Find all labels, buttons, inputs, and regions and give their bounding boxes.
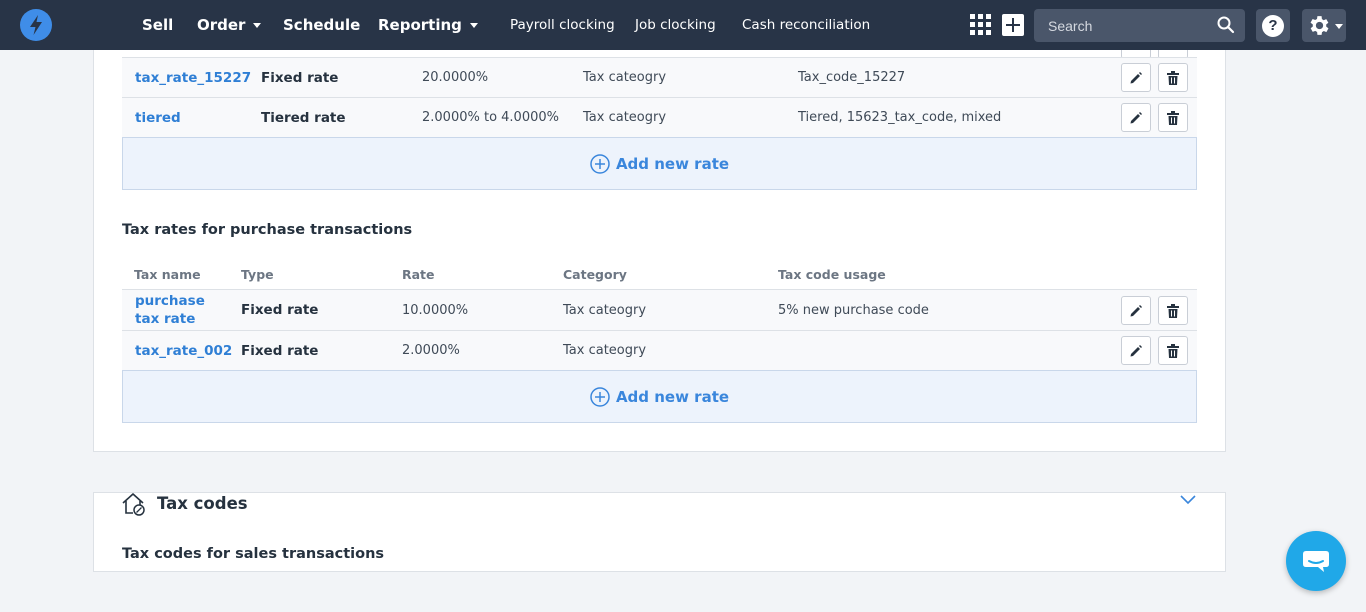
- column-header-rate: Rate: [402, 267, 435, 282]
- help-button[interactable]: ?: [1256, 9, 1290, 42]
- plus-circle-icon: [590, 153, 610, 174]
- tax-name-link[interactable]: tax_rate_002: [135, 331, 232, 370]
- edit-button[interactable]: [1121, 63, 1151, 92]
- caret-down-icon: [1335, 24, 1343, 29]
- nav-schedule-label: Schedule: [283, 16, 361, 34]
- tax-code-usage: Tiered, 15623_tax_code, mixed: [798, 110, 1002, 125]
- tax-name-link[interactable]: tax_rate_15227: [135, 58, 251, 97]
- apps-grid-icon[interactable]: [970, 14, 991, 35]
- table-row: tax_rate_15227 Fixed rate 20.0000% Tax c…: [122, 57, 1197, 97]
- chevron-down-icon[interactable]: [1179, 494, 1197, 506]
- trash-icon: [1167, 110, 1179, 125]
- column-header-type: Type: [241, 267, 274, 282]
- nav-sell-label: Sell: [142, 16, 174, 34]
- tax-type: Fixed rate: [241, 302, 319, 318]
- plus-icon[interactable]: [1002, 14, 1024, 36]
- edit-button[interactable]: [1121, 296, 1151, 325]
- pencil-icon: [1130, 304, 1142, 316]
- tax-name-link[interactable]: purchase tax rate: [135, 290, 230, 330]
- nav-reporting[interactable]: Reporting: [378, 0, 478, 50]
- pencil-icon: [1130, 71, 1142, 83]
- tax-codes-icon: [122, 493, 145, 516]
- tax-type: Fixed rate: [261, 69, 339, 86]
- pencil-icon: [1130, 344, 1142, 356]
- nav-order-label: Order: [197, 16, 246, 34]
- nav-job-clocking[interactable]: Job clocking: [635, 0, 716, 50]
- table-row: tax_rate_002 Fixed rate 2.0000% Tax cate…: [122, 330, 1197, 370]
- pencil-icon: [1130, 111, 1142, 123]
- delete-button[interactable]: [1158, 103, 1188, 132]
- gear-icon: [1310, 16, 1329, 35]
- tax-code-usage: Tax_code_15227: [798, 70, 906, 85]
- delete-button[interactable]: [1158, 63, 1188, 92]
- trash-icon: [1167, 343, 1179, 358]
- tax-name-link[interactable]: tiered: [135, 98, 181, 137]
- add-new-purchase-rate-button[interactable]: Add new rate: [122, 370, 1197, 423]
- settings-button[interactable]: [1302, 9, 1346, 42]
- column-header-tax-name: Tax name: [134, 267, 201, 282]
- tax-code-usage: 5% new purchase code: [778, 302, 929, 318]
- column-header-tax-code-usage: Tax code usage: [778, 267, 886, 282]
- chat-button[interactable]: [1286, 531, 1346, 591]
- caret-down-icon: [469, 22, 478, 28]
- purchase-section-title: Tax rates for purchase transactions: [122, 222, 413, 238]
- tax-type: Tiered rate: [261, 109, 346, 126]
- search-input[interactable]: [1034, 9, 1214, 42]
- nav-cash-reconciliation[interactable]: Cash reconciliation: [742, 0, 870, 50]
- tax-category: Tax cateogry: [583, 70, 667, 85]
- edit-button[interactable]: [1121, 336, 1151, 365]
- tax-category: Tax cateogry: [563, 302, 647, 318]
- nav-order[interactable]: Order: [197, 0, 262, 50]
- delete-button[interactable]: [1158, 296, 1188, 325]
- purchase-table-header: Tax name Type Rate Category Tax code usa…: [122, 267, 1197, 287]
- edit-button[interactable]: [1121, 103, 1151, 132]
- nav-reporting-label: Reporting: [378, 16, 462, 34]
- add-new-sales-rate-button[interactable]: Add new rate: [122, 137, 1197, 190]
- plus-circle-icon: [590, 386, 610, 407]
- tax-rate: 20.0000%: [422, 70, 489, 85]
- search-icon[interactable]: [1216, 15, 1236, 35]
- nav-payroll-clocking[interactable]: Payroll clocking: [510, 0, 615, 50]
- tax-rate: 2.0000%: [402, 343, 460, 358]
- table-row: purchase tax rate Fixed rate 10.0000% Ta…: [122, 289, 1197, 330]
- nav-job-clocking-label: Job clocking: [635, 17, 716, 33]
- tax-type: Fixed rate: [241, 342, 319, 359]
- chat-icon: [1303, 551, 1329, 572]
- tax-category: Tax cateogry: [563, 343, 647, 358]
- caret-down-icon: [253, 22, 262, 28]
- search-box: [1034, 9, 1245, 42]
- delete-button[interactable]: [1158, 336, 1188, 365]
- nav-payroll-clocking-label: Payroll clocking: [510, 17, 615, 33]
- tax-codes-title: Tax codes: [157, 494, 248, 513]
- trash-icon: [1167, 70, 1179, 85]
- table-row: tiered Tiered rate 2.0000% to 4.0000% Ta…: [122, 97, 1197, 137]
- tax-codes-sales-title: Tax codes for sales transactions: [122, 546, 385, 562]
- add-new-rate-label: Add new rate: [615, 154, 730, 173]
- tax-rate: 2.0000% to 4.0000%: [422, 110, 559, 125]
- top-navigation-bar: Sell Order Schedule Reporting Payroll cl…: [0, 0, 1366, 50]
- nav-sell[interactable]: Sell: [142, 0, 173, 50]
- nav-cash-reconciliation-label: Cash reconciliation: [742, 17, 871, 33]
- tax-category: Tax cateogry: [583, 110, 667, 125]
- help-icon: ?: [1262, 14, 1284, 37]
- nav-schedule[interactable]: Schedule: [283, 0, 360, 50]
- tax-rate: 10.0000%: [402, 302, 469, 318]
- bolt-logo-icon[interactable]: [20, 9, 52, 41]
- trash-icon: [1167, 303, 1179, 318]
- add-new-rate-label: Add new rate: [615, 387, 730, 406]
- column-header-category: Category: [563, 267, 627, 282]
